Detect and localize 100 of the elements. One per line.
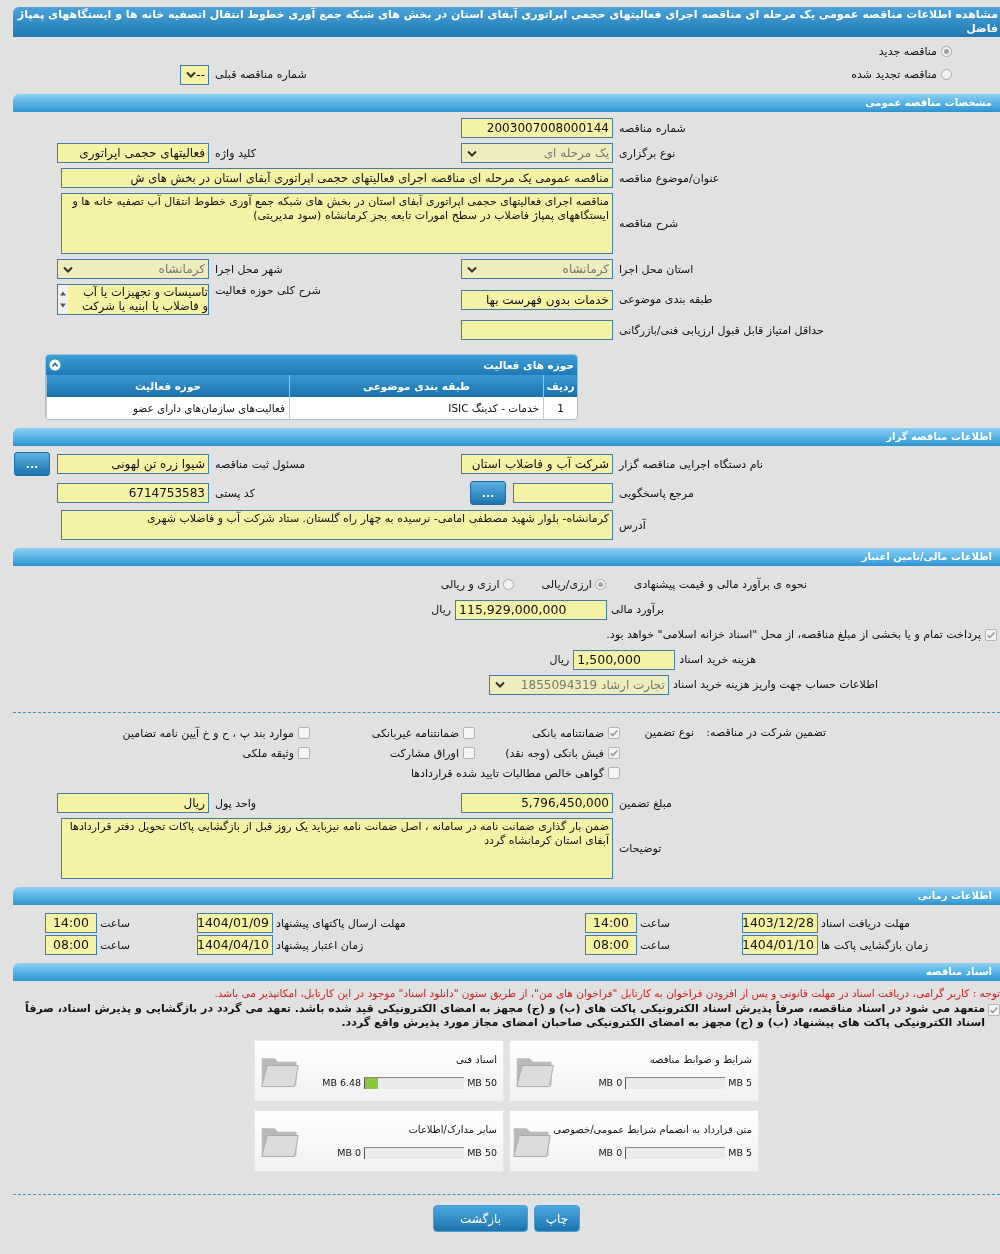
section-header: اطلاعات مالی/تامین اعتبار <box>13 548 1000 566</box>
page-title: مشاهده اطلاعات مناقصه عمومی یک مرحله ای مناقصه اجرای فعالیتهای حجمی اپراتوری آبفای استان در بخش های شبکه جمع آوری خطوط انتقال اتصفیه خانه ها و ایستگاههای پمپاژ فاضل <box>13 7 1000 37</box>
field-label: کد پستی <box>214 486 256 500</box>
text-area[interactable]: مناقصه اجرای فعالیتهای حجمی اپراتوری آبفای استان در بخش های شبکه جمع آوری خطوط انتقال آب تصفیه خانه ها و ایستگاههای پمپاژ فاضلاب در سطح امورات تابعه بجز کرمانشاه (سود مدیریتی) <box>61 193 613 254</box>
time-field[interactable]: 14:00 <box>45 913 97 933</box>
size-label: 6.48 MB <box>322 1077 362 1088</box>
input-field[interactable]: خدمات بدون فهرست بها <box>461 289 613 310</box>
radio-button[interactable] <box>502 579 514 590</box>
field-label: واحد پول <box>214 796 258 810</box>
file-category-label: شرایط و ضوابط مناقصه <box>649 1053 752 1065</box>
field-label: عنوان/موضوع مناقصه <box>618 171 721 185</box>
field-label: برآورد مالی <box>611 603 664 616</box>
field-label: شماره مناقصه <box>618 121 687 135</box>
input-field[interactable]: 6714753583 <box>57 483 209 503</box>
size-label: 50 MB <box>467 1077 497 1088</box>
field-label: هزینه خرید اسناد <box>679 653 756 666</box>
list-box[interactable]: تاسیسات و تجهیزات یا آب و فاضلاب یا ابنیه یا شرکت <box>57 284 209 315</box>
field-label: مبلغ تضمین <box>618 796 673 810</box>
field-label: مهلت دریافت اسناد <box>820 916 911 930</box>
scroll-arrows-icon <box>58 285 68 314</box>
input-field[interactable] <box>513 483 613 503</box>
checkbox[interactable] <box>608 747 620 759</box>
field-label: مرجع پاسخگویی <box>618 486 695 500</box>
checkbox[interactable] <box>298 727 310 739</box>
file-category-label: متن قرارداد به انضمام شرایط عمومی/خصوصی <box>553 1123 752 1135</box>
field-label: آدرس <box>618 518 647 532</box>
field-label: ساعت <box>639 916 671 930</box>
field-label: حداقل امتیاز قابل قبول ارزیابی فنی/بازرگانی <box>618 323 825 337</box>
more-button[interactable]: ... <box>14 452 50 476</box>
section-header: مشخصات مناقصه عمومی <box>13 94 1000 112</box>
input-field[interactable]: 1,500,000 <box>573 649 676 670</box>
radio-label: ارزی/ریالی <box>541 578 592 591</box>
field-label: شماره مناقصه قبلی <box>214 68 308 81</box>
checkbox[interactable] <box>298 747 310 759</box>
file-category-label: سایر مدارک/اطلاعات <box>408 1123 497 1135</box>
radio-button[interactable] <box>941 69 952 80</box>
checkbox[interactable] <box>608 727 620 739</box>
radio-button[interactable] <box>941 46 952 57</box>
checkbox[interactable] <box>985 628 997 641</box>
field-label: ساعت <box>99 916 131 930</box>
size-label: 50 MB <box>467 1147 497 1158</box>
date-field[interactable]: 1404/01/09 <box>197 913 273 933</box>
field-label: کلید واژه <box>214 146 257 160</box>
file-category-label: اسناد فنی <box>456 1053 497 1065</box>
chevron-icon <box>467 265 477 273</box>
chevron-icon <box>494 681 505 688</box>
print-button[interactable]: چاپ <box>534 1205 580 1232</box>
field-label: ساعت <box>99 938 131 952</box>
date-field[interactable]: 1404/04/10 <box>197 935 273 955</box>
chevron-icon <box>63 265 73 273</box>
size-label: 0 MB <box>337 1147 362 1158</box>
input-field[interactable] <box>461 320 613 340</box>
checkbox-label: فیش بانکی (وجه نقد) <box>505 746 604 760</box>
field-label: زمان اعتبار پیشنهاد <box>275 938 365 952</box>
field-label: نوع برگزاری <box>618 146 677 160</box>
input-field[interactable]: 2003007008000144 <box>461 118 613 138</box>
size-label: 0 MB <box>598 1077 623 1088</box>
time-field[interactable]: 14:00 <box>585 913 637 933</box>
checkbox[interactable] <box>463 747 475 759</box>
text-area[interactable]: ضمن بار گذاری ضمانت نامه در سامانه ، اصل ضمانت نامه نیزباید یک روز قبل از بازگشایی پاکات تحویل دفتر قراردادها آبفای استان کرمانشاه گردد <box>61 818 613 879</box>
input-field[interactable]: 115,929,000,000 <box>455 599 607 620</box>
table-cell: فعالیت‌های سازمان‌های دارای عضو <box>46 397 289 419</box>
field-label: نوع تضمین <box>643 725 694 741</box>
back-button[interactable]: بازگشت <box>433 1205 528 1232</box>
unit-label: ریال <box>431 603 451 616</box>
size-label: 5 MB <box>728 1147 752 1158</box>
field-label: شرح مناقصه <box>618 217 680 230</box>
checkbox[interactable] <box>988 1004 1000 1016</box>
column-header[interactable]: طبقه بندی موضوعی <box>289 375 543 397</box>
checkbox-label: موارد بند پ ، ح و خ آیین نامه تضامین <box>122 726 294 740</box>
input-field[interactable]: شرکت آب و فاضلاب استان <box>461 454 613 474</box>
collapse-icon[interactable] <box>49 359 61 371</box>
date-field[interactable]: 1403/12/28 <box>742 913 818 933</box>
more-button[interactable]: ... <box>470 481 506 505</box>
checkbox-label: اوراق مشارکت <box>389 746 459 760</box>
column-header[interactable]: ردیف <box>543 375 577 397</box>
checkbox[interactable] <box>463 727 475 739</box>
time-field[interactable]: 08:00 <box>585 935 637 955</box>
radio-button[interactable] <box>594 579 606 590</box>
column-header[interactable]: حوزه فعالیت <box>46 375 289 397</box>
chevron-icon <box>186 71 197 78</box>
input-field[interactable]: فعالیتهای حجمی اپراتوری <box>57 143 209 163</box>
section-header: اطلاعات مناقصه گزار <box>13 428 1000 446</box>
input-field[interactable]: مناقصه عمومی یک مرحله ای مناقصه اجرای فعالیتهای حجمی اپراتوری آبفای استان در بخش های ش <box>61 168 613 188</box>
field-label: توضیحات <box>618 842 663 855</box>
date-field[interactable]: 1404/01/10 <box>742 935 818 955</box>
checkbox-label: پرداخت تمام و یا بخشی از مبلغ مناقصه، از محل "اسناد خزانه اسلامی" خواهد بود. <box>606 628 981 641</box>
input-field[interactable]: ریال <box>57 793 209 813</box>
checkbox-label: گواهی خالص مطالبات تایید شده قراردادها <box>410 766 604 780</box>
checkbox[interactable] <box>608 767 620 779</box>
time-field[interactable]: 08:00 <box>45 935 97 955</box>
input-field[interactable]: شیوا زره تن لهونی <box>57 454 209 474</box>
checkbox-label: ضمانتنامه غیربانکی <box>371 726 459 740</box>
input-field[interactable]: 5,796,450,000 <box>461 793 613 813</box>
field-label: نحوه ی برآورد مالی و قیمت پیشنهادی <box>633 578 807 591</box>
text-area[interactable]: کرمانشاه- بلوار شهید مصطفی امامی- نرسیده به چهار راه گلستان. ستاد شرکت آب و فاضلاب شهری <box>61 510 613 540</box>
field-label: ساعت <box>639 938 671 952</box>
dropdown[interactable]: -- <box>180 64 209 85</box>
field-label: شهر محل اجرا <box>214 262 284 276</box>
size-label: 5 MB <box>728 1077 752 1088</box>
